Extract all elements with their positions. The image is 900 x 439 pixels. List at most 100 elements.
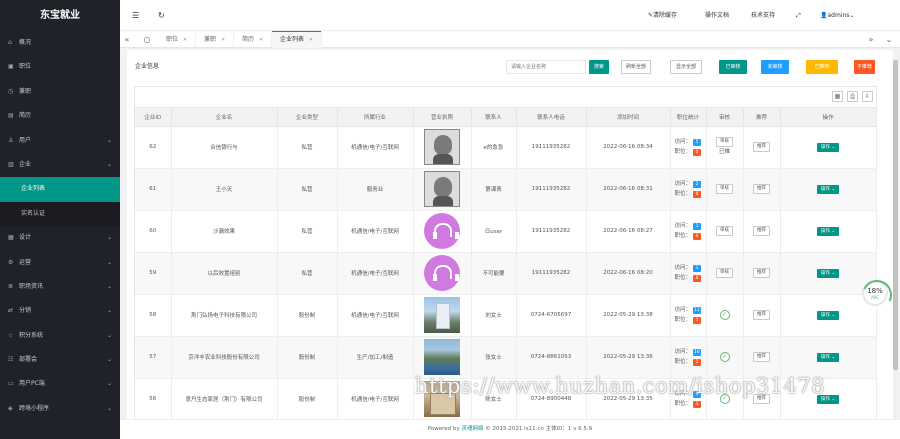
visits-stat: 访问： 2 (671, 179, 706, 189)
recommend-button[interactable]: 推荐 (753, 226, 770, 236)
visits-label: 访问： (674, 307, 692, 313)
recommend-button[interactable]: 推荐 (753, 184, 770, 194)
sidebar-item-label: 设计 (19, 234, 32, 242)
sidebar-item-4[interactable]: ⇄ 分销 ⌄ (0, 299, 120, 323)
cell-industry: 机通信/电子/互联网 (337, 126, 414, 169)
show-all-button[interactable]: 显示全部 (670, 60, 702, 74)
scrollbar[interactable] (893, 50, 898, 419)
audit-status: 已推 (718, 149, 730, 155)
audit-button[interactable]: 审核 (716, 184, 733, 194)
column-header: 添加时间 (586, 108, 671, 127)
sidebar-item-4[interactable]: ▤ 简历 (0, 104, 120, 128)
jobs-label: 职位： (674, 401, 692, 407)
audit-button[interactable]: 审核 (716, 226, 733, 236)
visits-badge: 16 (693, 349, 702, 356)
cell-phone: 19111935282 (516, 168, 587, 211)
tabs-next-icon[interactable]: » (864, 31, 878, 48)
search-button[interactable]: 搜索 (589, 60, 609, 74)
tab-2[interactable]: 兼职 ✕ (196, 31, 235, 48)
recommend-button[interactable]: 推荐 (753, 142, 770, 152)
actions-dropdown-button[interactable]: 操作 ⌄ (816, 184, 840, 194)
actions-dropdown-button[interactable]: 操作 ⌄ (816, 268, 840, 278)
visits-stat: 访问： 1 (671, 221, 706, 231)
refresh-icon[interactable]: ↻ (158, 0, 165, 31)
jobs-badge: 1 (693, 317, 702, 324)
not-audited-filter-button[interactable]: 未审核 (761, 60, 789, 74)
close-icon[interactable]: ✕ (309, 37, 313, 43)
sidebar-item-2[interactable]: ▣ 职位 (0, 55, 120, 79)
sidebar-item-1[interactable]: 企业列表 (0, 177, 120, 202)
visits-label: 访问： (674, 265, 692, 271)
columns-icon[interactable]: ▦ (832, 91, 843, 102)
home-tab-icon[interactable]: ○ (140, 31, 154, 48)
license-image[interactable] (424, 171, 460, 207)
sidebar-item-8[interactable]: ◈ 跨境小程序 ⌄ (0, 397, 120, 421)
tab-label: 企业列表 (280, 36, 305, 43)
sidebar-item-5[interactable]: ☆ 积分系统 ⌄ (0, 324, 120, 348)
tab-1[interactable]: 职位 ✕ (158, 31, 197, 48)
close-icon[interactable]: ✕ (259, 37, 263, 43)
jobs-badge: 0 (693, 149, 702, 156)
actions-dropdown-button[interactable]: 操作 ⌄ (816, 352, 840, 362)
license-image[interactable] (424, 297, 460, 333)
audit-button[interactable]: 审核 (716, 137, 733, 147)
recommended-filter-button[interactable]: 已推荐 (806, 60, 838, 74)
visits-stat: 访问： 16 (671, 347, 706, 357)
sidebar-item-5[interactable]: ♙ 用户 ⌄ (0, 129, 120, 153)
recommend-button[interactable]: 推荐 (753, 352, 770, 362)
support-link[interactable]: 技术支持 (751, 0, 775, 31)
sidebar-item-1[interactable]: ▦ 设计 ⌄ (0, 226, 120, 250)
sidebar-item-3[interactable]: ≣ 职场资讯 ⌄ (0, 275, 120, 299)
refresh-all-button[interactable]: 刷新全部 (621, 60, 651, 74)
not-recommended-filter-button[interactable]: 不推荐 (854, 60, 875, 74)
menu-toggle-icon[interactable]: ☰ (132, 0, 139, 31)
tab-4[interactable]: 企业列表 ✕ (272, 31, 323, 48)
close-icon[interactable]: ✕ (183, 37, 187, 43)
license-image[interactable] (424, 339, 460, 375)
tabs-prev-icon[interactable]: « (120, 31, 134, 48)
actions-dropdown-button[interactable]: 操作 ⌄ (816, 142, 840, 152)
audited-filter-button[interactable]: 已审核 (719, 60, 747, 74)
sidebar-item-7[interactable]: ▭ 用户PC端 ⌄ (0, 372, 120, 396)
sidebar-item-6[interactable]: ▥ 企业 ⌄ (0, 153, 120, 177)
cell-job-stats: 访问： 5 职位： 0 (670, 126, 707, 169)
audit-button[interactable]: 审核 (716, 268, 733, 278)
footer: Powered by 灵魂网络 © 2015-2021 ls11.cn 主体ID… (120, 419, 900, 439)
license-image[interactable] (424, 255, 460, 291)
print-icon[interactable]: ⎙ (847, 91, 858, 102)
license-image[interactable] (424, 129, 460, 165)
export-icon[interactable]: ⇩ (862, 91, 873, 102)
sidebar-item-label: 用户PC端 (19, 380, 45, 388)
sidebar-item-2[interactable]: 实名认证 (0, 202, 120, 226)
tab-3[interactable]: 简历 ✕ (234, 31, 273, 48)
tabs-menu-icon[interactable]: ⌄ (882, 31, 896, 48)
chevron-down-icon: ⌄ (106, 258, 112, 266)
docs-link[interactable]: 操作文档 (705, 0, 729, 31)
recommend-button[interactable]: 推荐 (753, 310, 770, 320)
column-header: 推荐 (743, 108, 781, 127)
sidebar-nav-more: ▦ 设计 ⌄ ⚙ 运营 ⌄ ≣ 职场资讯 ⌄ ⇄ 分销 ⌄ ☆ 积分系统 ⌄ ☷ 部署会 ⌄ ▭ 用户PC端 ⌄ ◈ 跨境小… (0, 226, 120, 421)
cell-company-type: 股份制 (277, 378, 338, 419)
recommend-button[interactable]: 推荐 (753, 268, 770, 278)
clear-cache-link[interactable]: ✎清除缓存 (648, 0, 677, 31)
cell-recommend: 推荐 (743, 336, 781, 379)
footer-brand-link[interactable]: 灵魂网络 (461, 426, 483, 432)
close-icon[interactable]: ✕ (221, 37, 225, 43)
fullscreen-icon[interactable]: ⤢ (796, 0, 801, 31)
search-input[interactable] (506, 60, 586, 74)
user-menu[interactable]: 👤admins⌄ (820, 0, 854, 31)
gear-icon: ⚙ (8, 258, 14, 266)
sidebar-item-2[interactable]: ⚙ 运营 ⌄ (0, 251, 120, 275)
sidebar-item-3[interactable]: ◷ 兼职 (0, 80, 120, 104)
license-image[interactable] (424, 213, 460, 249)
sidebar-item-6[interactable]: ☷ 部署会 ⌄ (0, 348, 120, 372)
sidebar-item-label: 用户 (19, 136, 32, 144)
actions-dropdown-button[interactable]: 操作 ⌄ (816, 310, 840, 320)
cell-actions: 操作 ⌄ (780, 126, 877, 169)
cell-id: 57 (135, 336, 172, 379)
actions-dropdown-button[interactable]: 操作 ⌄ (816, 226, 840, 236)
cell-phone: 19111935282 (516, 126, 587, 169)
sidebar-item-1[interactable]: ⌂ 概况 (0, 31, 120, 55)
cell-license (413, 336, 472, 379)
scroll-thumb[interactable] (893, 60, 898, 370)
